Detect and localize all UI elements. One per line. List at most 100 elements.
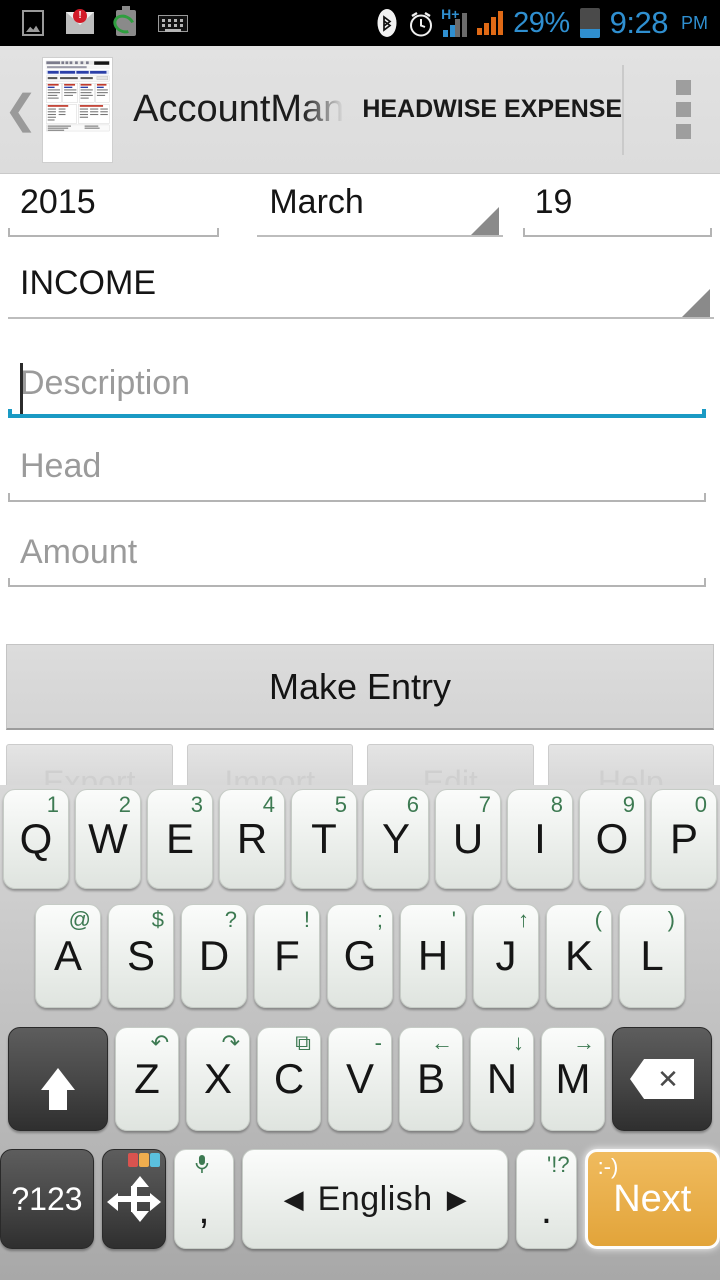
period-key-label: . (540, 1188, 553, 1232)
description-field[interactable]: Description (0, 355, 714, 419)
overflow-menu-button[interactable] (662, 80, 706, 139)
chevron-down-icon (470, 207, 499, 236)
key-d-secondary: ? (224, 907, 237, 932)
key-w-secondary: 2 (118, 792, 131, 817)
date-row: 2015 March 19 (0, 174, 720, 238)
key-m[interactable]: → M (541, 1027, 605, 1131)
amount-field[interactable]: Amount (0, 524, 714, 587)
key-p[interactable]: 0P (651, 789, 717, 889)
app-icon[interactable] (41, 56, 114, 163)
key-j[interactable]: ↑ J (473, 904, 539, 1008)
emoji-badge-icon (127, 1153, 160, 1167)
key-c[interactable]: ⧉ C (257, 1027, 321, 1131)
key-n-label: N (486, 1055, 518, 1102)
action-bar-divider (622, 64, 624, 155)
cursor-control-key[interactable] (101, 1149, 166, 1249)
key-e-label: E (165, 815, 194, 862)
key-f[interactable]: ! F (254, 904, 320, 1008)
key-q[interactable]: 1Q (3, 789, 69, 889)
overflow-dot-icon (676, 80, 692, 95)
year-underline (0, 227, 227, 238)
status-bar: ! H+ 29% 9:28 PM (0, 0, 720, 46)
status-bar-notifications: ! (0, 6, 377, 37)
undo-icon: ↶ (150, 1030, 169, 1055)
emoticon-icon: :-) (597, 1154, 619, 1179)
key-p-secondary: 0 (694, 792, 707, 817)
amount-underline (0, 577, 714, 587)
key-r[interactable]: 4R (219, 789, 285, 889)
period-key[interactable]: '!? . (516, 1149, 577, 1249)
shift-icon (41, 1068, 75, 1110)
day-field[interactable]: 19 (515, 174, 720, 238)
key-o-label: O (595, 815, 629, 862)
key-g[interactable]: ; G (327, 904, 393, 1008)
key-d[interactable]: ? D (181, 904, 247, 1008)
alarm-icon (407, 10, 433, 37)
bluetooth-icon (377, 8, 397, 38)
make-entry-button[interactable]: Make Entry (6, 644, 714, 730)
sync-ring-icon (110, 11, 138, 37)
screen-subtitle: HEADWISE EXPENSE (362, 95, 623, 123)
key-s-secondary: $ (151, 907, 164, 932)
key-l[interactable]: ) L (619, 904, 685, 1008)
cursor-arrows-icon (106, 1172, 161, 1226)
key-y[interactable]: 6Y (363, 789, 429, 889)
type-spinner[interactable]: INCOME (0, 255, 714, 319)
key-t[interactable]: 5T (291, 789, 357, 889)
symbols-key-label: ?123 (11, 1181, 83, 1217)
shift-key[interactable] (8, 1027, 108, 1131)
symbols-key[interactable]: ?123 (0, 1149, 94, 1249)
chevron-down-icon (682, 288, 710, 317)
clock-ampm-label: PM (681, 12, 708, 33)
key-v[interactable]: -V (328, 1027, 392, 1131)
year-field[interactable]: 2015 (0, 174, 227, 238)
key-n[interactable]: ↓ N (470, 1027, 534, 1131)
description-placeholder: Description (20, 363, 191, 402)
space-key[interactable]: ◀ English ▶ (241, 1149, 509, 1249)
key-i-secondary: 8 (550, 792, 563, 817)
key-w[interactable]: 2W (75, 789, 141, 889)
month-spinner[interactable]: March (249, 174, 503, 238)
key-e[interactable]: 3E (147, 789, 213, 889)
key-l-secondary: ) (667, 907, 675, 932)
head-field[interactable]: Head (0, 438, 714, 502)
signal-bars-icon (477, 11, 504, 35)
key-h-label: H (417, 932, 449, 979)
day-underline (515, 227, 720, 238)
key-u[interactable]: 7U (435, 789, 501, 889)
head-placeholder: Head (20, 447, 102, 486)
battery-percent-label: 29% (513, 6, 570, 39)
key-p-label: P (669, 815, 698, 862)
action-bar: ❮ AccountMan HEADWISE EXPENSE (0, 46, 720, 174)
key-o[interactable]: 9O (579, 789, 645, 889)
key-z[interactable]: ↶ Z (115, 1027, 179, 1131)
backspace-key[interactable]: ✕ (612, 1027, 712, 1131)
backspace-icon: ✕ (630, 1059, 694, 1099)
entry-form: 2015 March 19 INCOME Description Head Am… (0, 174, 720, 587)
back-button[interactable]: ❮ (4, 90, 38, 130)
key-g-secondary: ; (376, 907, 383, 932)
key-b-label: B (416, 1055, 445, 1102)
battery-sync-icon (110, 6, 138, 37)
key-g-label: G (343, 932, 377, 979)
keyboard-icon (158, 14, 188, 32)
key-z-label: Z (134, 1055, 160, 1102)
redo-icon: ↷ (221, 1030, 240, 1055)
key-i[interactable]: 8I (507, 789, 573, 889)
key-u-label: U (452, 815, 484, 862)
key-t-secondary: 5 (334, 792, 347, 817)
type-value: INCOME (20, 264, 156, 303)
next-key[interactable]: :-) Next (584, 1149, 720, 1249)
battery-icon (579, 8, 600, 38)
key-h[interactable]: ' H (400, 904, 466, 1008)
prev-language-icon: ◀ (283, 1183, 304, 1214)
key-w-label: W (88, 815, 128, 862)
key-k[interactable]: (K (546, 904, 612, 1008)
arrow-left-icon: ← (431, 1030, 453, 1055)
key-a[interactable]: @ A (35, 904, 101, 1008)
key-x[interactable]: ↷ X (186, 1027, 250, 1131)
amount-placeholder: Amount (20, 532, 138, 571)
key-b[interactable]: ← B (399, 1027, 463, 1131)
comma-key[interactable]: , (173, 1149, 234, 1249)
key-s[interactable]: $ S (108, 904, 174, 1008)
